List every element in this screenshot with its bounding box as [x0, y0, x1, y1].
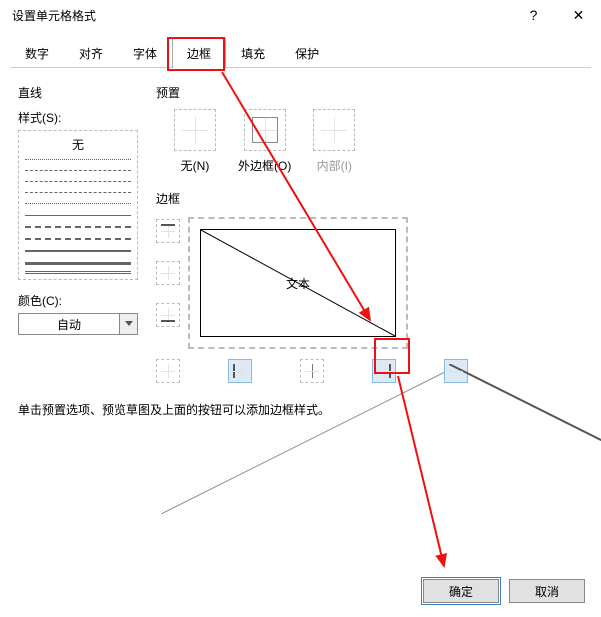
border-middle-h-toggle[interactable]: [156, 261, 180, 285]
border-top-toggle[interactable]: [156, 219, 180, 243]
line-style-thick[interactable]: [25, 262, 131, 265]
tab-number[interactable]: 数字: [10, 38, 64, 68]
line-style-dashdotdot[interactable]: [25, 203, 131, 204]
preview-cell: 文本: [200, 229, 396, 337]
color-label: 颜色(C):: [18, 292, 138, 309]
preset-inside-label: 内部(I): [317, 157, 352, 174]
tab-strip: 数字 对齐 字体 边框 填充 保护: [10, 38, 591, 68]
window-title: 设置单元格格式: [12, 7, 511, 24]
line-style-thin[interactable]: [25, 215, 131, 216]
border-right-toggle[interactable]: [372, 359, 396, 383]
title-bar: 设置单元格格式 ? ✕: [0, 0, 601, 30]
line-style-dashdot[interactable]: [25, 192, 131, 193]
style-label: 样式(S):: [18, 109, 138, 126]
line-section-label: 直线: [18, 84, 138, 101]
color-value: 自动: [19, 316, 119, 333]
border-section-label: 边框: [156, 190, 583, 207]
border-left-toggle[interactable]: [228, 359, 252, 383]
border-diag-down-toggle[interactable]: [444, 359, 468, 383]
question-icon: ?: [530, 7, 538, 23]
border-bottom-toggle[interactable]: [156, 303, 180, 327]
ok-button[interactable]: 确定: [423, 579, 499, 603]
preset-inside[interactable]: [313, 109, 355, 151]
close-button[interactable]: ✕: [556, 0, 601, 30]
border-preview[interactable]: 文本: [188, 217, 408, 349]
diagonal-line-icon: [201, 230, 395, 336]
tab-fill[interactable]: 填充: [226, 38, 280, 68]
color-dropdown[interactable]: 自动: [18, 313, 138, 335]
tab-border[interactable]: 边框: [172, 38, 226, 68]
cancel-button[interactable]: 取消: [509, 579, 585, 603]
preset-none[interactable]: [174, 109, 216, 151]
preset-outline[interactable]: [244, 109, 286, 151]
preset-section-label: 预置: [156, 84, 583, 101]
close-icon: ✕: [573, 7, 585, 24]
line-style-double[interactable]: [25, 271, 131, 274]
chevron-down-icon: [119, 314, 137, 334]
line-style-dotted[interactable]: [25, 159, 131, 160]
tab-font[interactable]: 字体: [118, 38, 172, 68]
line-style-list[interactable]: 无: [18, 130, 138, 280]
tab-alignment[interactable]: 对齐: [64, 38, 118, 68]
preset-none-label: 无(N): [181, 157, 210, 174]
border-middle-v-toggle[interactable]: [300, 359, 324, 383]
line-style-none[interactable]: 无: [25, 136, 131, 153]
line-style-medium[interactable]: [25, 250, 131, 252]
tab-protection[interactable]: 保护: [280, 38, 334, 68]
line-style-medium-dashed[interactable]: [25, 226, 131, 228]
preset-outline-label: 外边框(O): [238, 157, 291, 174]
border-diag-up-toggle[interactable]: [156, 359, 180, 383]
line-style-dashed-spaced[interactable]: [25, 181, 131, 182]
line-style-medium-dashdot[interactable]: [25, 238, 131, 240]
line-style-dashed[interactable]: [25, 170, 131, 171]
help-button[interactable]: ?: [511, 0, 556, 30]
